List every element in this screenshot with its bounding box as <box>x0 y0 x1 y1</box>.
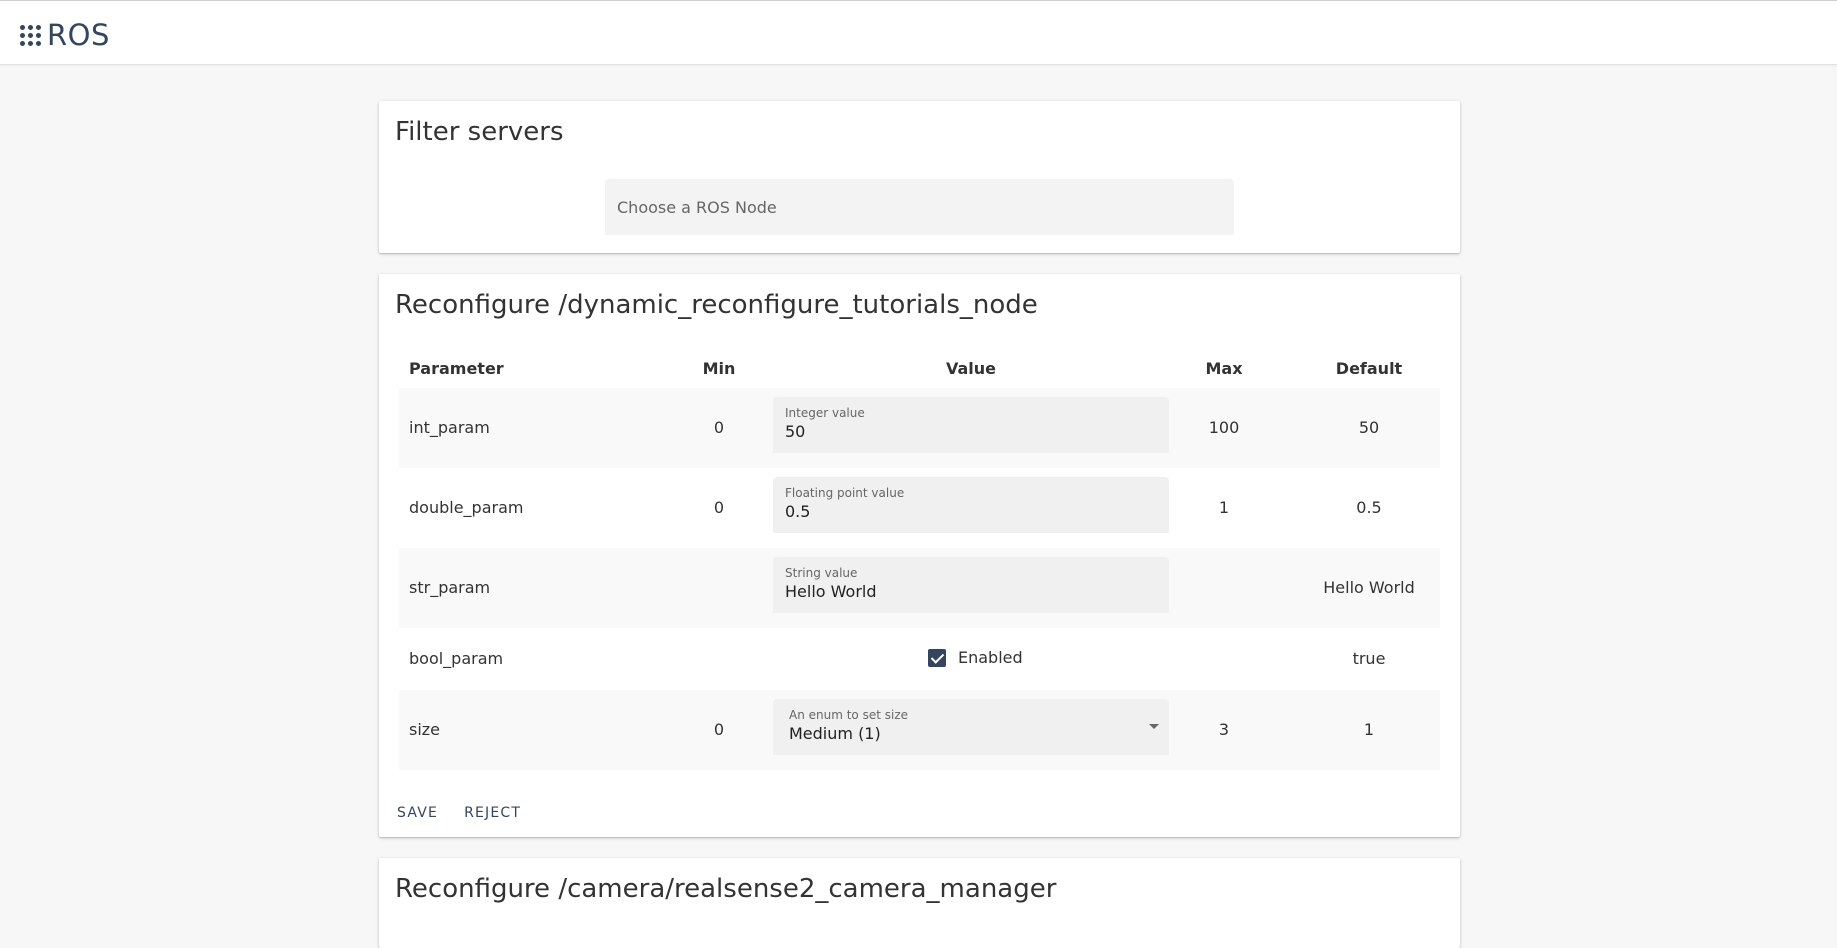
field-value[interactable]: 50 <box>785 422 1157 442</box>
field-value[interactable]: 0.5 <box>785 502 1157 522</box>
header-min: Min <box>702 359 736 378</box>
field-label: Floating point value <box>785 486 905 500</box>
filter-servers-card: Filter servers Choose a ROS Node <box>379 101 1460 253</box>
brand[interactable]: ROS <box>20 20 110 50</box>
param-default: 1 <box>1363 720 1375 739</box>
field-label: String value <box>785 566 858 580</box>
table-row-bool-param: bool_param Enabled true <box>399 628 1440 690</box>
param-min: 0 <box>713 418 725 437</box>
header-default: Default <box>1335 359 1403 378</box>
ros-node-select[interactable]: Choose a ROS Node <box>605 179 1234 235</box>
size-enum-select[interactable]: An enum to set size Medium (1) <box>773 699 1169 755</box>
param-name: int_param <box>409 418 490 437</box>
card-actions: SAVE REJECT <box>389 801 539 825</box>
ros-node-select-placeholder: Choose a ROS Node <box>617 197 777 217</box>
table-row-str-param: str_param String value Hello World Hello… <box>399 548 1440 628</box>
double-value-field[interactable]: Floating point value 0.5 <box>773 477 1169 533</box>
selected-value: Medium (1) <box>789 724 881 743</box>
camera-card-title: Reconfigure /camera/realsense2_camera_ma… <box>395 874 1057 904</box>
param-name: double_param <box>409 498 524 517</box>
int-value-field[interactable]: Integer value 50 <box>773 397 1169 453</box>
param-name: size <box>409 720 441 739</box>
reconfigure-camera-card: Reconfigure /camera/realsense2_camera_ma… <box>379 858 1460 948</box>
string-value-field[interactable]: String value Hello World <box>773 557 1169 613</box>
dropdown-caret-icon[interactable] <box>1149 724 1159 729</box>
param-min: 0 <box>713 498 725 517</box>
field-value[interactable]: Hello World <box>785 582 1157 602</box>
reconfigure-node-card: Reconfigure /dynamic_reconfigure_tutoria… <box>379 274 1460 837</box>
param-max: 3 <box>1218 720 1230 739</box>
app-bar: ROS <box>0 0 1837 65</box>
field-label: An enum to set size <box>789 708 909 722</box>
param-default: true <box>1352 649 1386 668</box>
param-name: str_param <box>409 578 491 597</box>
param-max: 100 <box>1208 418 1240 437</box>
table-row-size: size 0 An enum to set size Medium (1) 3 … <box>399 690 1440 770</box>
parameters-table: Parameter Min Value Max Default int_para… <box>399 350 1440 770</box>
save-button[interactable]: SAVE <box>389 801 446 825</box>
header-max: Max <box>1205 359 1243 378</box>
checkbox-label: Enabled <box>958 648 1023 667</box>
filter-card-title: Filter servers <box>395 117 564 147</box>
node-card-title: Reconfigure /dynamic_reconfigure_tutoria… <box>395 290 1038 320</box>
param-max: 1 <box>1218 498 1230 517</box>
table-row-double-param: double_param 0 Floating point value 0.5 … <box>399 468 1440 548</box>
param-default: 0.5 <box>1356 498 1382 517</box>
table-header: Parameter Min Value Max Default <box>399 350 1440 388</box>
param-default: Hello World <box>1323 578 1415 597</box>
table-row-int-param: int_param 0 Integer value 50 100 50 <box>399 388 1440 468</box>
reject-button[interactable]: REJECT <box>456 801 529 825</box>
header-parameter: Parameter <box>409 359 504 378</box>
param-default: 50 <box>1358 418 1380 437</box>
param-name: bool_param <box>409 649 504 668</box>
field-label: Integer value <box>785 406 865 420</box>
brand-logo-text: ROS <box>47 18 110 52</box>
param-min: 0 <box>713 720 725 739</box>
header-value: Value <box>945 359 997 378</box>
enabled-checkbox-control[interactable]: Enabled <box>928 648 1023 667</box>
apps-grid-icon[interactable] <box>20 24 41 46</box>
checkbox-checked-icon[interactable] <box>928 648 946 667</box>
